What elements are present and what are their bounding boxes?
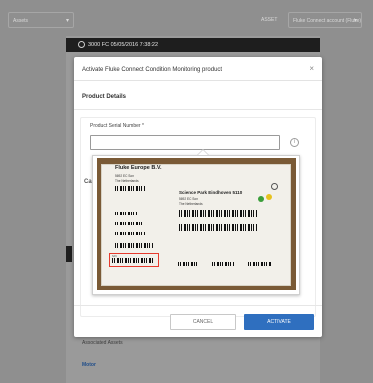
barcode (178, 262, 198, 266)
account-select[interactable]: Fluke Connect account (Fluke) ▾ (288, 12, 362, 28)
category-label: Ca (84, 179, 92, 185)
barcode (115, 186, 145, 191)
chevron-down-icon: ▾ (353, 18, 357, 24)
account-select-value: Fluke Connect account (Fluke) (293, 18, 362, 24)
dialog-title: Activate Fluke Connect Condition Monitor… (82, 67, 223, 73)
barcode (179, 210, 257, 217)
activate-button[interactable]: ACTIVATE (244, 314, 314, 330)
motor-link[interactable]: Motor (82, 362, 96, 368)
side-marker (66, 246, 72, 262)
yellow-status-dot (266, 194, 272, 200)
info-icon[interactable]: i (290, 138, 299, 147)
recycle-symbol-icon (271, 183, 278, 190)
footer-divider (74, 305, 322, 306)
dialog-header: Activate Fluke Connect Condition Monitor… (74, 57, 322, 81)
close-icon[interactable]: × (309, 65, 314, 73)
tooltip-arrow-fill (198, 150, 208, 155)
label-company-address-line: Science Park Eindhoven 5110 (179, 190, 243, 195)
serial-number-input[interactable] (90, 135, 280, 150)
device-status-text: 3000 FC 05/05/2016 7:38:22 (88, 42, 159, 48)
serial-number-highlight (109, 253, 159, 267)
serial-number-label: Product Serial Number * (90, 123, 144, 129)
barcode (115, 222, 143, 225)
asset-label: ASSET (261, 17, 278, 23)
chevron-down-icon: ▾ (65, 18, 69, 24)
barcode (115, 232, 145, 235)
barcode (179, 224, 257, 231)
barcode (115, 243, 153, 248)
clock-icon (78, 41, 85, 48)
section-divider (74, 109, 322, 110)
label-company-name: Fluke Europe B.V. (115, 165, 162, 171)
device-status-bar: 3000 FC 05/05/2016 7:38:22 (66, 38, 320, 52)
asset-type-select[interactable]: Assets ▾ (8, 12, 74, 28)
label-address-line-2: The Netherlands (179, 202, 203, 206)
label-address-line-1: 5692 EC Son (179, 197, 198, 201)
barcode (212, 262, 234, 266)
barcode (248, 262, 272, 266)
associated-assets-label: Associated Assets (82, 340, 123, 346)
label-address-line-2-small: The Netherlands (115, 179, 139, 183)
cancel-button[interactable]: CANCEL (170, 314, 236, 330)
barcode (115, 212, 137, 215)
label-address-line-1-small: 5692 EC Son (115, 174, 134, 178)
asset-type-select-value: Assets (13, 18, 29, 24)
product-details-heading: Product Details (82, 94, 127, 100)
green-status-dot (258, 196, 264, 202)
